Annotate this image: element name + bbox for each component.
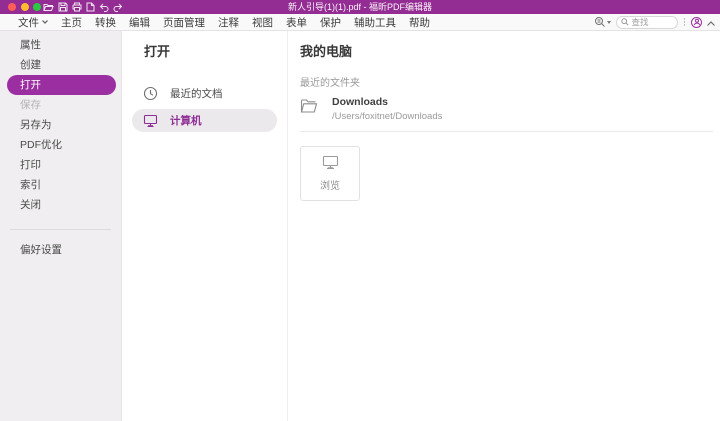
sidebar-item-preferences[interactable]: 偏好设置 bbox=[7, 240, 116, 260]
computer-icon bbox=[143, 114, 158, 128]
menu-form[interactable]: 表单 bbox=[286, 15, 307, 30]
open-row-label: 计算机 bbox=[170, 113, 202, 128]
open-panel-title: 打开 bbox=[144, 41, 287, 60]
search-replace-button[interactable] bbox=[594, 16, 611, 28]
backstage-sidebar: 属性 创建 打开 保存 另存为 PDF优化 打印 索引 关闭 偏好设置 bbox=[0, 31, 122, 421]
collapse-ribbon-button[interactable] bbox=[707, 13, 715, 31]
sidebar-item-properties[interactable]: 属性 bbox=[7, 35, 116, 55]
menubar-right-controls bbox=[594, 14, 716, 30]
menu-comment[interactable]: 注释 bbox=[218, 15, 239, 30]
user-icon bbox=[693, 18, 701, 26]
sidebar-item-open[interactable]: 打开 bbox=[7, 75, 116, 95]
sidebar-item-index[interactable]: 索引 bbox=[7, 175, 116, 195]
menu-view[interactable]: 视图 bbox=[252, 15, 273, 30]
chevron-down-icon bbox=[607, 21, 611, 24]
folder-icon bbox=[300, 98, 318, 114]
folder-info: Downloads /Users/foxitnet/Downloads bbox=[332, 96, 442, 122]
menu-page-organize[interactable]: 页面管理 bbox=[163, 15, 205, 30]
open-row-label: 最近的文档 bbox=[170, 86, 223, 101]
folder-name: Downloads bbox=[332, 96, 442, 108]
more-options-icon[interactable] bbox=[684, 18, 686, 26]
menu-items: 文件 主页 转换 编辑 页面管理 注释 视图 表单 保护 辅助工具 帮助 bbox=[0, 15, 430, 30]
account-avatar[interactable] bbox=[691, 17, 702, 28]
search-input[interactable] bbox=[632, 17, 673, 27]
sidebar-divider bbox=[10, 229, 111, 230]
computer-icon bbox=[322, 155, 339, 170]
sidebar-item-save-as[interactable]: 另存为 bbox=[7, 115, 116, 135]
browse-button[interactable]: 浏览 bbox=[300, 146, 360, 201]
my-computer-panel: 我的电脑 最近的文件夹 Downloads /Users/foxitnet/Do… bbox=[288, 31, 720, 421]
open-recent-documents[interactable]: 最近的文档 bbox=[132, 82, 277, 105]
menu-protect[interactable]: 保护 bbox=[320, 15, 341, 30]
menu-edit[interactable]: 编辑 bbox=[129, 15, 150, 30]
open-location-list: 最近的文档 计算机 bbox=[122, 82, 287, 132]
find-search-box[interactable] bbox=[616, 16, 678, 29]
sidebar-item-create[interactable]: 创建 bbox=[7, 55, 116, 75]
menu-convert[interactable]: 转换 bbox=[95, 15, 116, 30]
menu-help[interactable]: 帮助 bbox=[409, 15, 430, 30]
window-title: 新人引导(1)(1).pdf - 福昕PDF编辑器 bbox=[0, 0, 720, 14]
menubar: 文件 主页 转换 编辑 页面管理 注释 视图 表单 保护 辅助工具 帮助 bbox=[0, 14, 720, 31]
recent-folder-downloads[interactable]: Downloads /Users/foxitnet/Downloads bbox=[300, 96, 713, 132]
menu-file[interactable]: 文件 bbox=[18, 15, 48, 30]
content-title: 我的电脑 bbox=[300, 41, 720, 60]
search-icon bbox=[621, 18, 629, 26]
browse-label: 浏览 bbox=[320, 177, 340, 192]
search-replace-icon bbox=[594, 16, 606, 28]
open-computer[interactable]: 计算机 bbox=[132, 109, 277, 132]
recent-folders-label: 最近的文件夹 bbox=[300, 74, 720, 89]
titlebar: 新人引导(1)(1).pdf - 福昕PDF编辑器 bbox=[0, 0, 720, 14]
sidebar-item-print[interactable]: 打印 bbox=[7, 155, 116, 175]
menu-home[interactable]: 主页 bbox=[61, 15, 82, 30]
clock-icon bbox=[143, 86, 158, 101]
sidebar-item-save: 保存 bbox=[7, 95, 116, 115]
sidebar-item-pdf-optimize[interactable]: PDF优化 bbox=[7, 135, 116, 155]
chevron-up-icon bbox=[707, 21, 715, 26]
menu-accessibility[interactable]: 辅助工具 bbox=[354, 15, 396, 30]
chevron-down-icon bbox=[42, 20, 48, 24]
folder-path: /Users/foxitnet/Downloads bbox=[332, 111, 442, 122]
open-panel: 打开 最近的文档 计算机 bbox=[122, 31, 288, 421]
sidebar-item-close[interactable]: 关闭 bbox=[7, 195, 116, 215]
